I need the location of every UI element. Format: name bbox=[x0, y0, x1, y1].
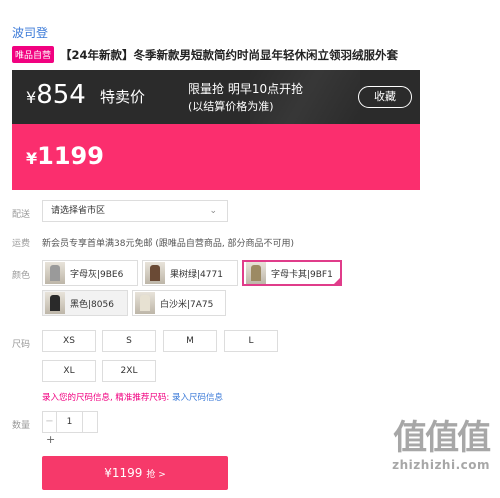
current-price-value: 1199 bbox=[37, 142, 104, 170]
color-option-label: 字母卡其|9BF1 bbox=[271, 269, 333, 280]
color-option[interactable]: 果树绿|4771 bbox=[142, 260, 238, 286]
self-operated-badge: 唯品自营 bbox=[12, 46, 55, 63]
color-option-label: 黑色|8056 bbox=[70, 299, 114, 310]
size-option-xs[interactable]: XS bbox=[42, 330, 96, 352]
delivery-label: 配送 bbox=[12, 210, 31, 220]
original-price-value: 854 bbox=[36, 80, 86, 110]
color-label: 颜色 bbox=[12, 271, 31, 281]
size-hint-text: 录入您的尺码信息, 精准推荐尺码: bbox=[42, 393, 170, 403]
sale-price-label: 特卖价 bbox=[100, 88, 146, 106]
current-price: ¥1199 bbox=[26, 142, 104, 170]
product-thumbnail bbox=[45, 292, 65, 314]
currency-symbol: ¥ bbox=[26, 149, 38, 168]
quantity-stepper: − 1 bbox=[42, 411, 98, 433]
color-option-label: 果树绿|4771 bbox=[170, 269, 223, 280]
original-price: ¥854 bbox=[26, 80, 86, 110]
currency-symbol: ¥ bbox=[26, 88, 37, 107]
color-option-label: 白沙米|7A75 bbox=[160, 299, 214, 310]
price-banner-bottom: ¥1199 bbox=[12, 124, 420, 190]
flash-sale-label: 限量抢 明早10点开抢 bbox=[188, 82, 304, 96]
favorite-button[interactable]: 收藏 bbox=[358, 86, 412, 108]
quantity-minus-button[interactable]: − bbox=[43, 412, 57, 432]
size-hint: 录入您的尺码信息, 精准推荐尺码: 录入尺码信息 bbox=[42, 391, 223, 403]
product-thumbnail bbox=[135, 292, 155, 314]
size-option-l[interactable]: L bbox=[224, 330, 278, 352]
quantity-input[interactable]: 1 bbox=[57, 412, 83, 432]
product-thumbnail bbox=[145, 262, 165, 284]
buy-button[interactable]: ¥1199 抢 > bbox=[42, 456, 228, 490]
color-option[interactable]: 白沙米|7A75 bbox=[132, 290, 226, 316]
product-thumbnail bbox=[45, 262, 65, 284]
product-title-row: 唯品自营 【24年新款】冬季新款男短款简约时尚显年轻休闲立领羽绒服外套 bbox=[12, 46, 398, 63]
color-option-selected[interactable]: 字母卡其|9BF1 bbox=[242, 260, 342, 286]
flash-sale-note: (以结算价格为准) bbox=[188, 100, 274, 113]
quantity-stepper-spacer bbox=[83, 412, 97, 432]
price-banner-top: ¥854 特卖价 限量抢 明早10点开抢 (以结算价格为准) 收藏 bbox=[12, 70, 420, 124]
brand-name[interactable]: 波司登 bbox=[12, 24, 48, 41]
size-option-2xl[interactable]: 2XL bbox=[102, 360, 156, 382]
quantity-plus-button[interactable]: + bbox=[46, 433, 55, 446]
product-title: 【24年新款】冬季新款男短款简约时尚显年轻休闲立领羽绒服外套 bbox=[60, 47, 399, 62]
region-select-value: 请选择省市区 bbox=[51, 206, 106, 216]
selected-check-icon bbox=[332, 276, 342, 286]
size-label: 尺码 bbox=[12, 340, 31, 350]
site-watermark: 值值值 zhizhizhi.com bbox=[392, 418, 491, 472]
quantity-label: 数量 bbox=[12, 421, 31, 431]
chevron-down-icon: ⌄ bbox=[209, 206, 217, 216]
shipping-label: 运费 bbox=[12, 239, 31, 249]
size-option-m[interactable]: M bbox=[163, 330, 217, 352]
color-option[interactable]: 字母灰|9BE6 bbox=[42, 260, 138, 286]
color-option-label: 字母灰|9BE6 bbox=[70, 269, 124, 280]
buy-button-price: ¥1199 bbox=[104, 466, 143, 480]
watermark-logo: 值值值 bbox=[393, 418, 491, 458]
buy-button-suffix: 抢 > bbox=[146, 470, 166, 480]
color-option[interactable]: 黑色|8056 bbox=[42, 290, 128, 316]
shipping-info: 新会员专享首单满38元免邮 (跟唯品自营商品, 部分商品不可用) bbox=[42, 239, 295, 249]
watermark-url: zhizhizhi.com bbox=[392, 458, 490, 472]
size-option-xl[interactable]: XL bbox=[42, 360, 96, 382]
size-info-link[interactable]: 录入尺码信息 bbox=[172, 393, 223, 403]
product-thumbnail bbox=[246, 262, 266, 284]
region-select[interactable]: 请选择省市区 ⌄ bbox=[42, 200, 228, 222]
size-option-s[interactable]: S bbox=[102, 330, 156, 352]
